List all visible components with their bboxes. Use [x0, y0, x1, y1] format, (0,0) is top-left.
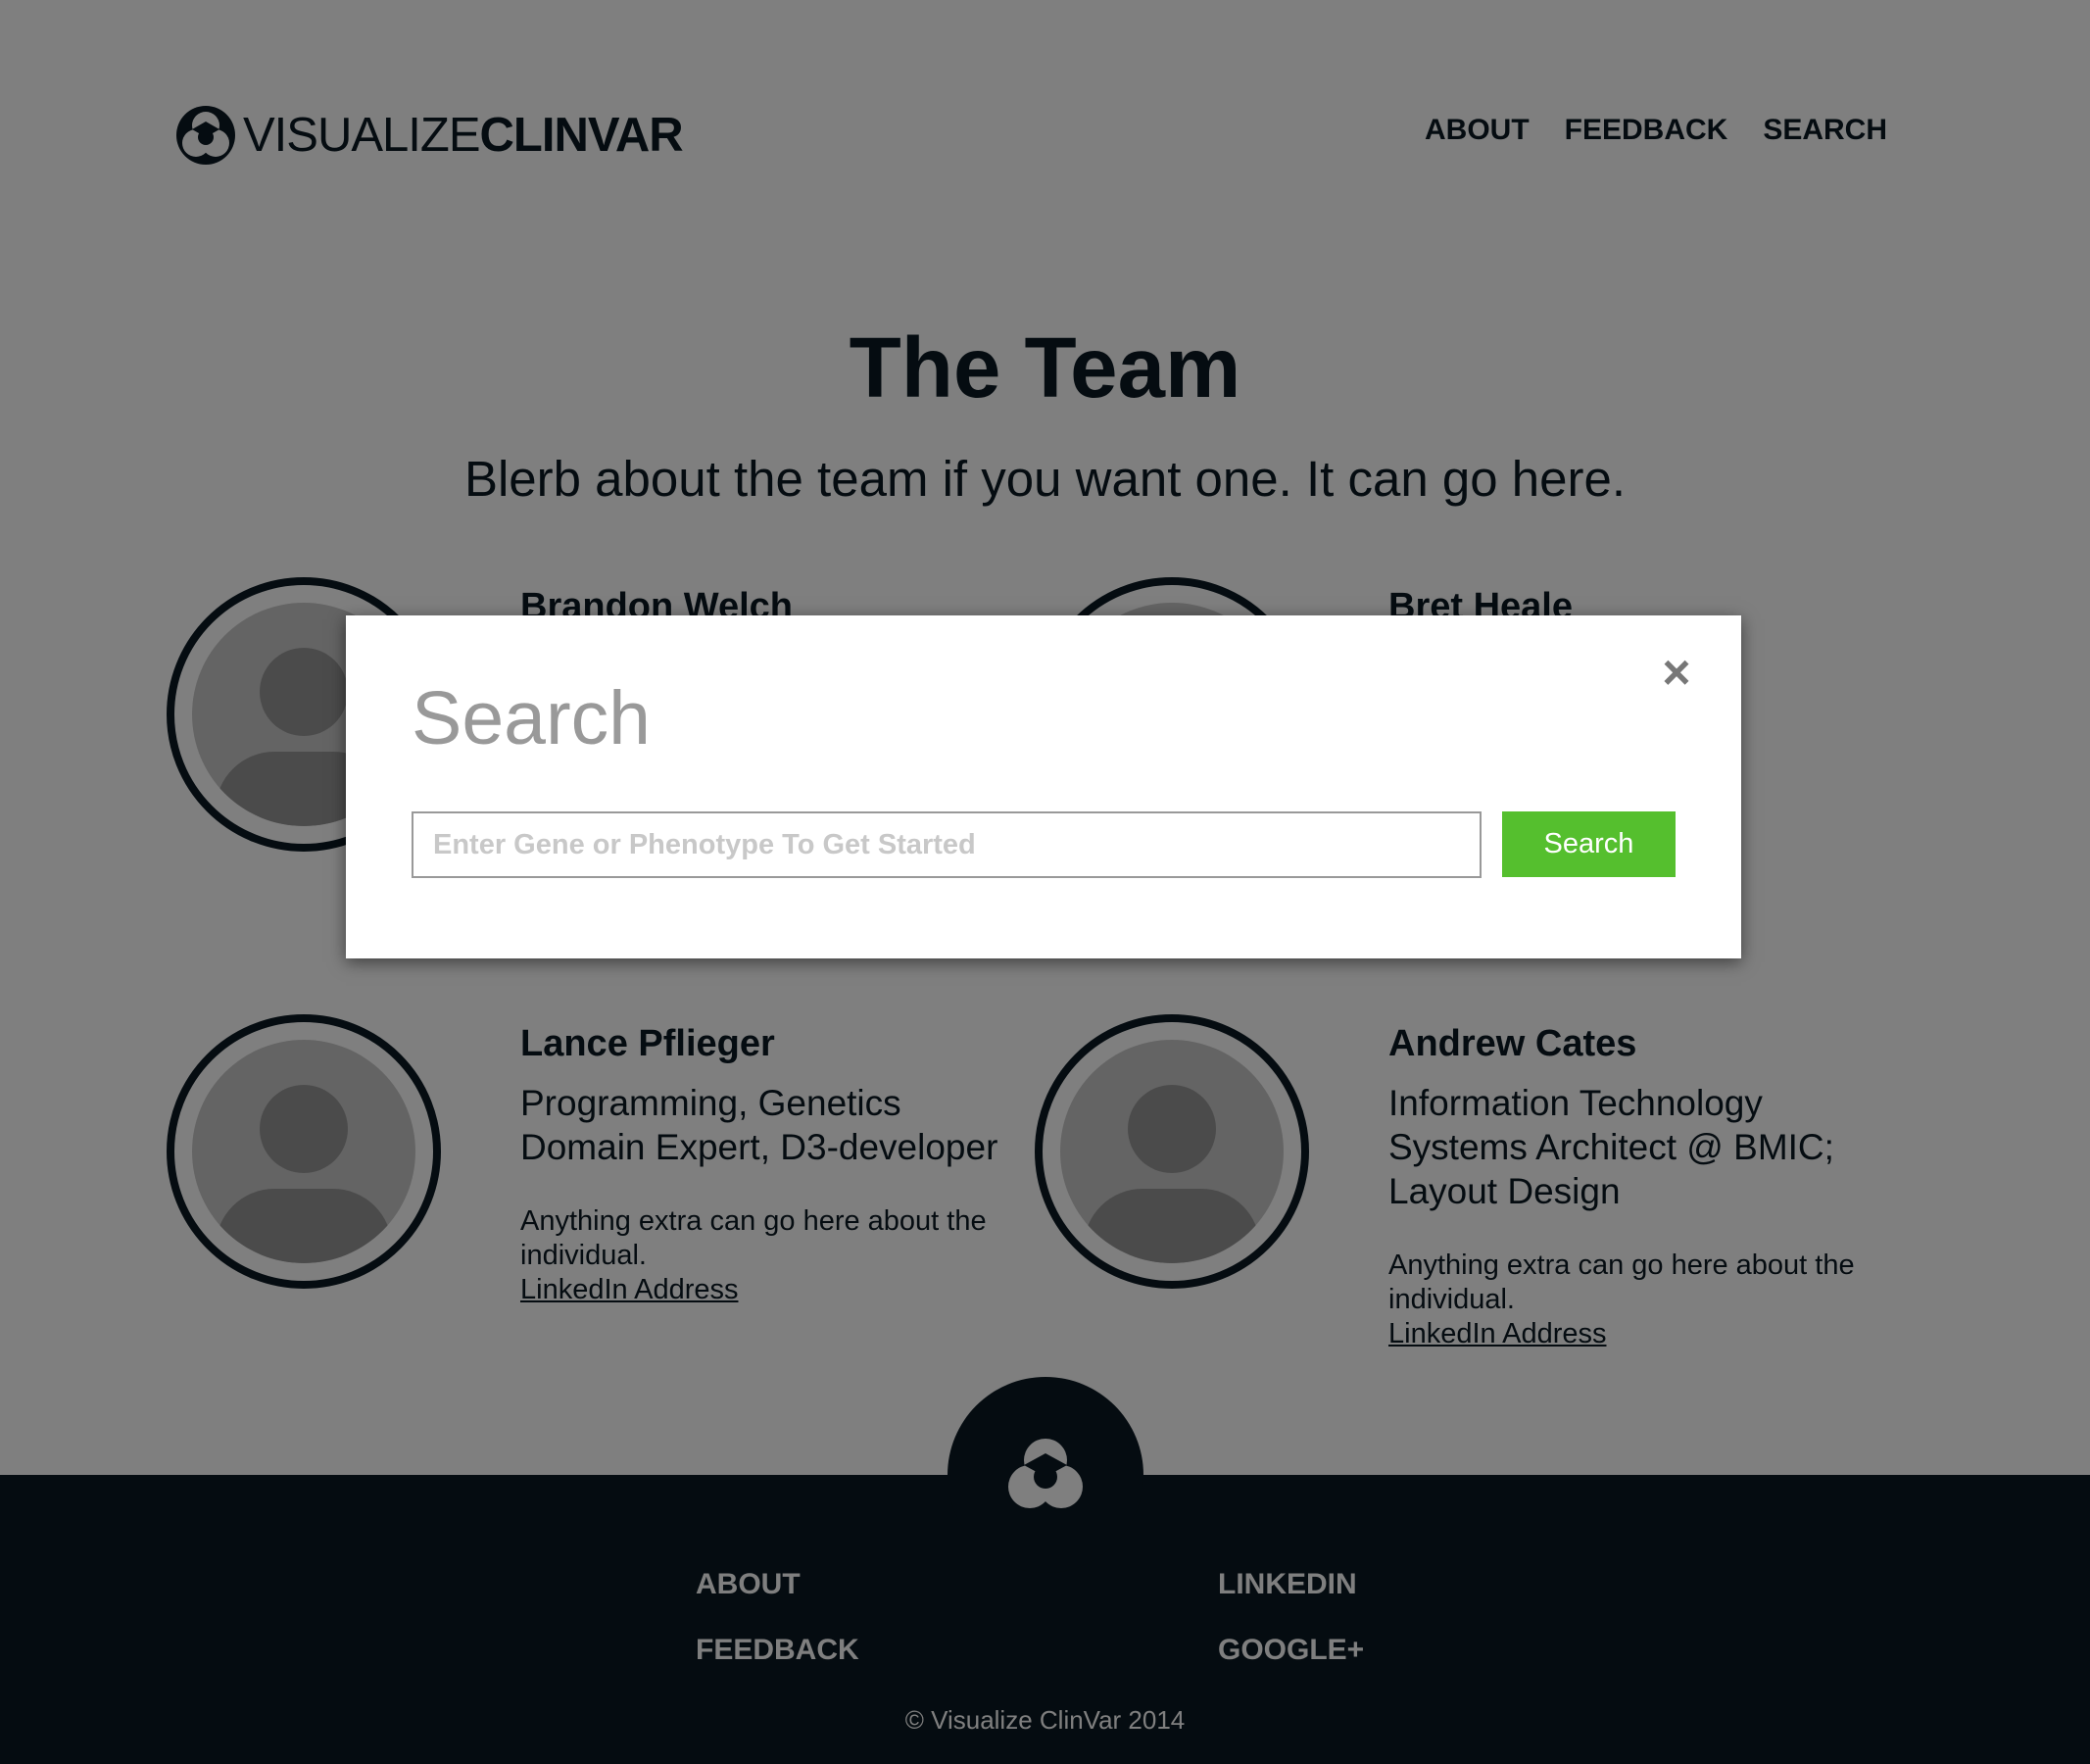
page: VISUALIZECLINVAR ABOUT FEEDBACK SEARCH T… [0, 0, 2090, 1764]
search-button[interactable]: Search [1502, 811, 1676, 877]
search-modal: Search × Search [346, 615, 1741, 958]
search-input[interactable] [412, 811, 1482, 878]
modal-title: Search [412, 676, 651, 760]
close-icon[interactable]: × [1653, 648, 1700, 697]
